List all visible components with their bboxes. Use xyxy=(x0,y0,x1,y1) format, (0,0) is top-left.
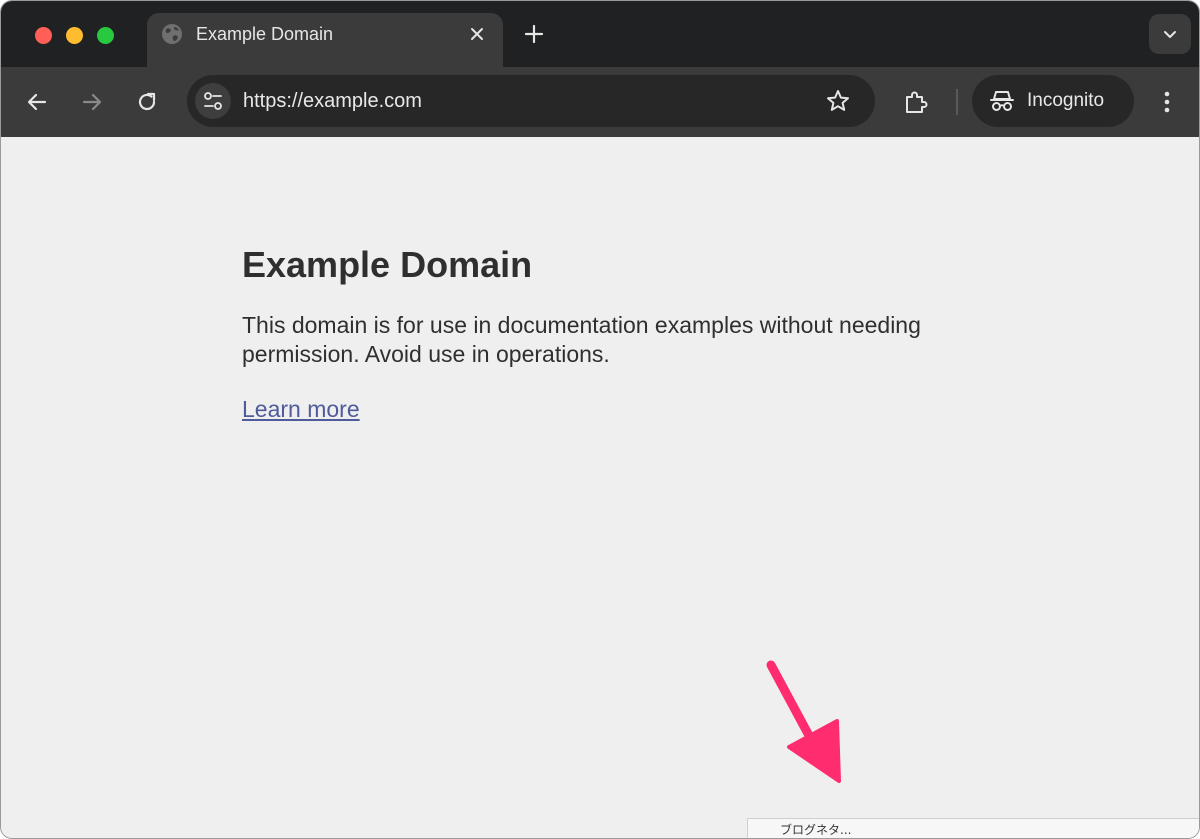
status-bubble: ブログネタ... xyxy=(747,818,1199,838)
minimize-window-button[interactable] xyxy=(66,27,83,44)
close-window-button[interactable] xyxy=(35,27,52,44)
page-content: Example Domain This domain is for use in… xyxy=(1,137,1199,838)
page-heading: Example Domain xyxy=(242,244,533,285)
incognito-icon xyxy=(990,91,1014,111)
forward-arrow-icon[interactable] xyxy=(79,89,105,115)
reload-icon[interactable] xyxy=(134,89,160,115)
incognito-label: Incognito xyxy=(1027,90,1105,111)
address-bar[interactable]: https://example.com xyxy=(187,75,875,127)
learn-more-link[interactable]: Learn more xyxy=(242,394,360,424)
status-text: ブログネタ... xyxy=(780,823,852,837)
bookmark-star-icon[interactable] xyxy=(825,88,851,114)
tab-example-domain[interactable]: Example Domain xyxy=(147,13,503,69)
page-body-text: This domain is for use in documentation … xyxy=(242,312,921,367)
more-menu-icon[interactable] xyxy=(1155,88,1179,116)
toolbar: https://example.com Incognito xyxy=(1,67,1199,137)
arrow-pointer-icon xyxy=(766,660,841,783)
back-arrow-icon[interactable] xyxy=(24,89,50,115)
maximize-window-button[interactable] xyxy=(97,27,114,44)
tab-title: Example Domain xyxy=(196,24,334,44)
browser-window: Example Domain https://example.com Incog… xyxy=(0,0,1200,839)
incognito-profile-button[interactable]: Incognito xyxy=(972,75,1134,127)
extensions-puzzle-icon[interactable] xyxy=(902,88,930,116)
tab-strip: Example Domain xyxy=(1,1,1199,69)
chevron-down-icon xyxy=(1164,31,1176,38)
site-info-button[interactable] xyxy=(195,83,231,119)
close-tab-icon[interactable] xyxy=(467,24,487,44)
tune-icon xyxy=(204,92,222,110)
url-text[interactable]: https://example.com xyxy=(243,88,422,114)
globe-icon xyxy=(161,23,183,45)
new-tab-icon[interactable] xyxy=(522,22,546,46)
tab-search-button[interactable] xyxy=(1149,14,1191,54)
toolbar-separator xyxy=(956,89,958,115)
